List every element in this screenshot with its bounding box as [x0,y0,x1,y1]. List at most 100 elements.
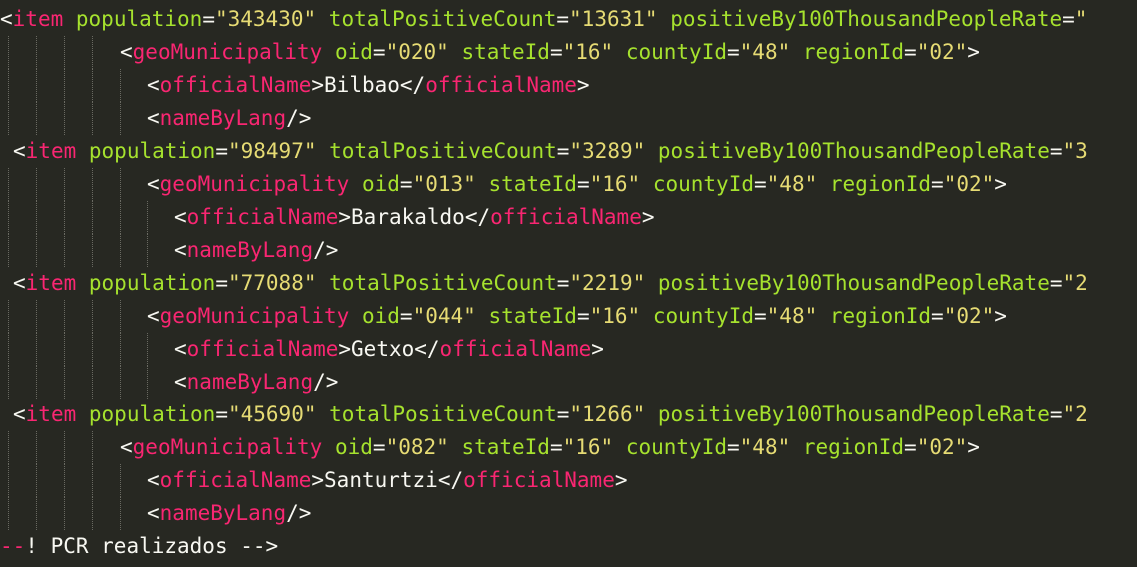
code-line[interactable]: <officialName>Barakaldo</officialName> [174,201,655,234]
indent-guide [120,497,121,530]
token-attribute-name: oid [334,435,373,459]
token-punctuation: /> [286,106,312,130]
code-editor[interactable]: <item population="343430" totalPositiveC… [0,0,1137,567]
indent-guide [147,234,148,267]
token-punctuation: > [641,205,655,229]
token-attribute-name: countyId [652,172,754,196]
indent-guide [120,201,121,234]
token-tag-name: nameByLang [159,501,287,525]
token-attribute-value: "2 [1062,402,1088,426]
token-text-content: Getxo [351,337,415,361]
token-attribute-value: "77088" [227,271,317,295]
token-punctuation: = [727,435,740,459]
token-tag-name: officialName [439,337,592,361]
token-attribute-name: oid [361,172,400,196]
token-punctuation: < [147,468,160,492]
code-line[interactable]: <item population="77088" totalPositiveCo… [13,267,1088,300]
token-attribute-name: population [75,7,203,31]
code-line[interactable]: <item population="45690" totalPositiveCo… [13,398,1088,431]
token-attribute-value: "48" [739,40,791,64]
code-line[interactable]: --! PCR realizados --> [0,530,278,563]
indent-guide [36,69,37,102]
token-attribute-name: positiveBy100ThousandPeopleRate [657,271,1050,295]
indent-guide [8,36,9,69]
token-punctuation: < [13,271,26,295]
indent-guide [36,168,37,201]
code-line[interactable]: <item population="98497" totalPositiveCo… [13,135,1088,168]
token-punctuation: = [576,304,590,328]
token-attribute-value: "343430" [214,7,317,31]
token-punctuation: = [372,40,386,64]
token-attribute-value: "48" [766,172,818,196]
code-line[interactable]: <officialName>Bilbao</officialName> [147,69,590,102]
token-punctuation: = [215,139,228,163]
indent-guide [36,234,37,267]
token-punctuation: = [904,435,917,459]
indent-guide [92,464,93,497]
token-attribute-value: "082" [385,435,449,459]
token-punctuation [613,40,626,64]
indent-guide [8,69,9,102]
token-punctuation: < [13,402,26,426]
token-tag-name: officialName [425,73,577,97]
indent-guide [8,497,9,530]
indent-guide [92,300,93,333]
token-punctuation: = [215,402,228,426]
code-line[interactable]: <nameByLang/> [147,497,311,530]
token-attribute-value: "020" [385,40,449,64]
token-punctuation [790,435,803,459]
token-attribute-value: "2 [1062,271,1088,295]
indent-guide [92,168,93,201]
token-punctuation: = [754,172,767,196]
indent-guide [8,201,9,234]
token-punctuation: > [994,304,1007,328]
code-line[interactable]: <officialName>Getxo</officialName> [174,333,604,366]
token-punctuation: < [147,501,160,525]
token-punctuation [63,7,76,31]
token-punctuation: < [174,370,187,394]
token-punctuation: > [591,337,604,361]
indent-guide [92,201,93,234]
code-line[interactable]: <nameByLang/> [174,234,338,267]
token-punctuation: = [727,40,740,64]
token-punctuation: </ [464,205,491,229]
token-attribute-name: regionId [829,172,932,196]
token-attribute-value: "02" [916,435,968,459]
indent-guide [92,102,93,135]
token-attribute-value: "1266" [569,402,646,426]
code-line[interactable]: <geoMunicipality oid="020" stateId="16" … [120,36,980,69]
code-line[interactable]: <nameByLang/> [174,366,338,399]
token-attribute-name: regionId [802,435,905,459]
token-attribute-name: totalPositiveCount [329,271,557,295]
code-line[interactable]: <geoMunicipality oid="013" stateId="16" … [147,168,1007,201]
token-punctuation: > [338,337,352,361]
token-tag-name: nameByLang [186,370,314,394]
token-punctuation [817,172,830,196]
code-line[interactable]: <officialName>Santurtzi</officialName> [147,464,628,497]
indent-guide [64,333,65,366]
code-line[interactable]: <geoMunicipality oid="044" stateId="16" … [147,300,1007,333]
code-line[interactable]: <geoMunicipality oid="082" stateId="16" … [120,431,980,464]
token-punctuation: > [967,435,980,459]
token-punctuation: > [967,40,980,64]
token-punctuation: </ [414,337,440,361]
code-line[interactable]: <nameByLang/> [147,102,311,135]
token-attribute-name: totalPositiveCount [329,139,557,163]
token-attribute-value: "13631" [569,7,658,31]
token-punctuation: < [174,205,187,229]
token-attribute-name: stateId [461,435,550,459]
token-tag-name: officialName [186,337,339,361]
token-attribute-name: totalPositiveCount [328,7,557,31]
token-tag-name: nameByLang [186,238,314,262]
code-line[interactable]: <item population="343430" totalPositiveC… [0,3,1087,36]
token-attribute-value: "16" [589,304,641,328]
token-attribute-name: population [88,402,216,426]
token-text-content: Santurtzi [324,468,438,492]
indent-guide [64,431,65,464]
token-tag-name: officialName [186,205,339,229]
token-punctuation: > [311,468,325,492]
indent-guide [36,333,37,366]
indent-guide [36,497,37,530]
token-punctuation [640,304,653,328]
indent-guide [8,300,9,333]
